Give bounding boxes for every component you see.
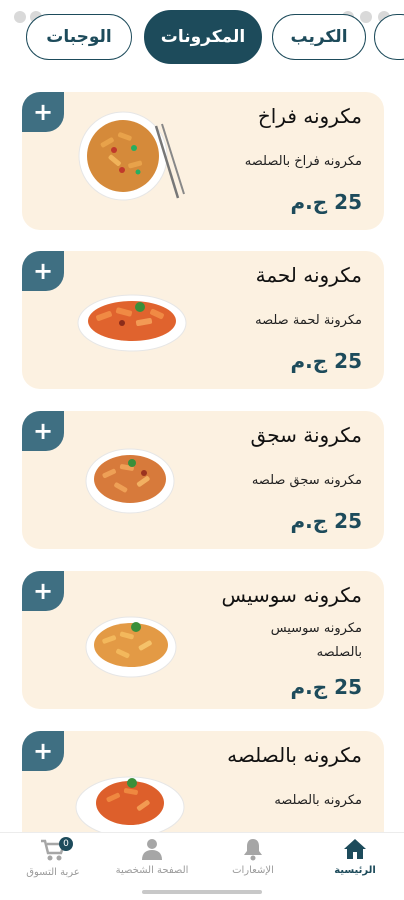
tab-pasta[interactable]: المكرونات (144, 10, 262, 64)
pasta-sausage-plate-icon (85, 448, 175, 514)
product-card[interactable]: + مكرونه سوسيس مكرونه سوسيس بالصلصه 25 ج… (22, 571, 384, 709)
product-name: مكرونه سوسيس (221, 583, 362, 607)
tab-crepe[interactable]: الكريب (272, 14, 366, 60)
product-card[interactable]: + مكرونة سجق مكرونه سجق صلصه 25 ج.م (22, 411, 384, 549)
product-card[interactable]: + مكرونه فراخ مكرونه فراخ بالصلصه 25 ج.م (22, 92, 384, 230)
product-price: 25 ج.م (290, 190, 362, 214)
add-to-cart-button[interactable]: + (22, 251, 64, 291)
bottom-navigation: الرئيسية الإشعارات الصفحة الشخصية 0 عربة (0, 832, 404, 900)
product-description: مكرونه فراخ بالصلصه (244, 154, 362, 169)
product-description: مكرونة لحمة صلصه (255, 313, 362, 328)
product-name: مكرونه لحمة (255, 263, 362, 287)
tab-meals[interactable]: الوجبات (26, 14, 132, 60)
product-description: مكرونه بالصلصه (274, 793, 362, 808)
nav-notifications[interactable]: الإشعارات (208, 837, 298, 887)
product-price: 25 ج.م (290, 509, 362, 533)
nav-home[interactable]: الرئيسية (310, 837, 400, 887)
nav-notifications-label: الإشعارات (232, 865, 274, 876)
product-name: مكرونه بالصلصه (227, 743, 362, 767)
home-icon (344, 839, 366, 859)
nav-cart[interactable]: 0 عربة التسوق (8, 837, 98, 887)
bell-icon (244, 839, 262, 861)
product-card[interactable]: + مكرونه لحمة مكرونة لحمة صلصه 25 ج.م (22, 251, 384, 389)
pasta-meat-plate-icon (77, 294, 187, 352)
person-icon (142, 839, 162, 860)
product-description: مكرونه سجق صلصه (251, 473, 362, 488)
nav-home-label: الرئيسية (334, 865, 376, 876)
nav-profile-label: الصفحة الشخصية (115, 865, 189, 876)
pasta-hotdog-plate-icon (85, 616, 177, 678)
product-name: مكرونة سجق (250, 423, 362, 447)
pasta-chicken-plate-icon (78, 111, 185, 201)
category-tabs: الوجبات المكرونات الكريب (0, 10, 404, 66)
add-to-cart-button[interactable]: + (22, 92, 64, 132)
nav-profile[interactable]: الصفحة الشخصية (107, 837, 197, 887)
product-name: مكرونه فراخ (257, 104, 362, 128)
add-to-cart-button[interactable]: + (22, 411, 64, 451)
cart-count-badge: 0 (59, 837, 73, 851)
product-price: 25 ج.م (290, 675, 362, 699)
nav-cart-label: عربة التسوق (26, 867, 80, 878)
product-price: 25 ج.م (290, 349, 362, 373)
app-screen: الوجبات المكرونات الكريب + مكرونه فراخ م… (0, 0, 404, 900)
pasta-sauce-plate-icon (75, 776, 185, 838)
add-to-cart-button[interactable]: + (22, 731, 64, 771)
product-description: مكرونه سوسيس بالصلصه (270, 621, 362, 660)
tab-next-partial[interactable] (374, 14, 404, 60)
gesture-bar (142, 890, 262, 894)
add-to-cart-button[interactable]: + (22, 571, 64, 611)
